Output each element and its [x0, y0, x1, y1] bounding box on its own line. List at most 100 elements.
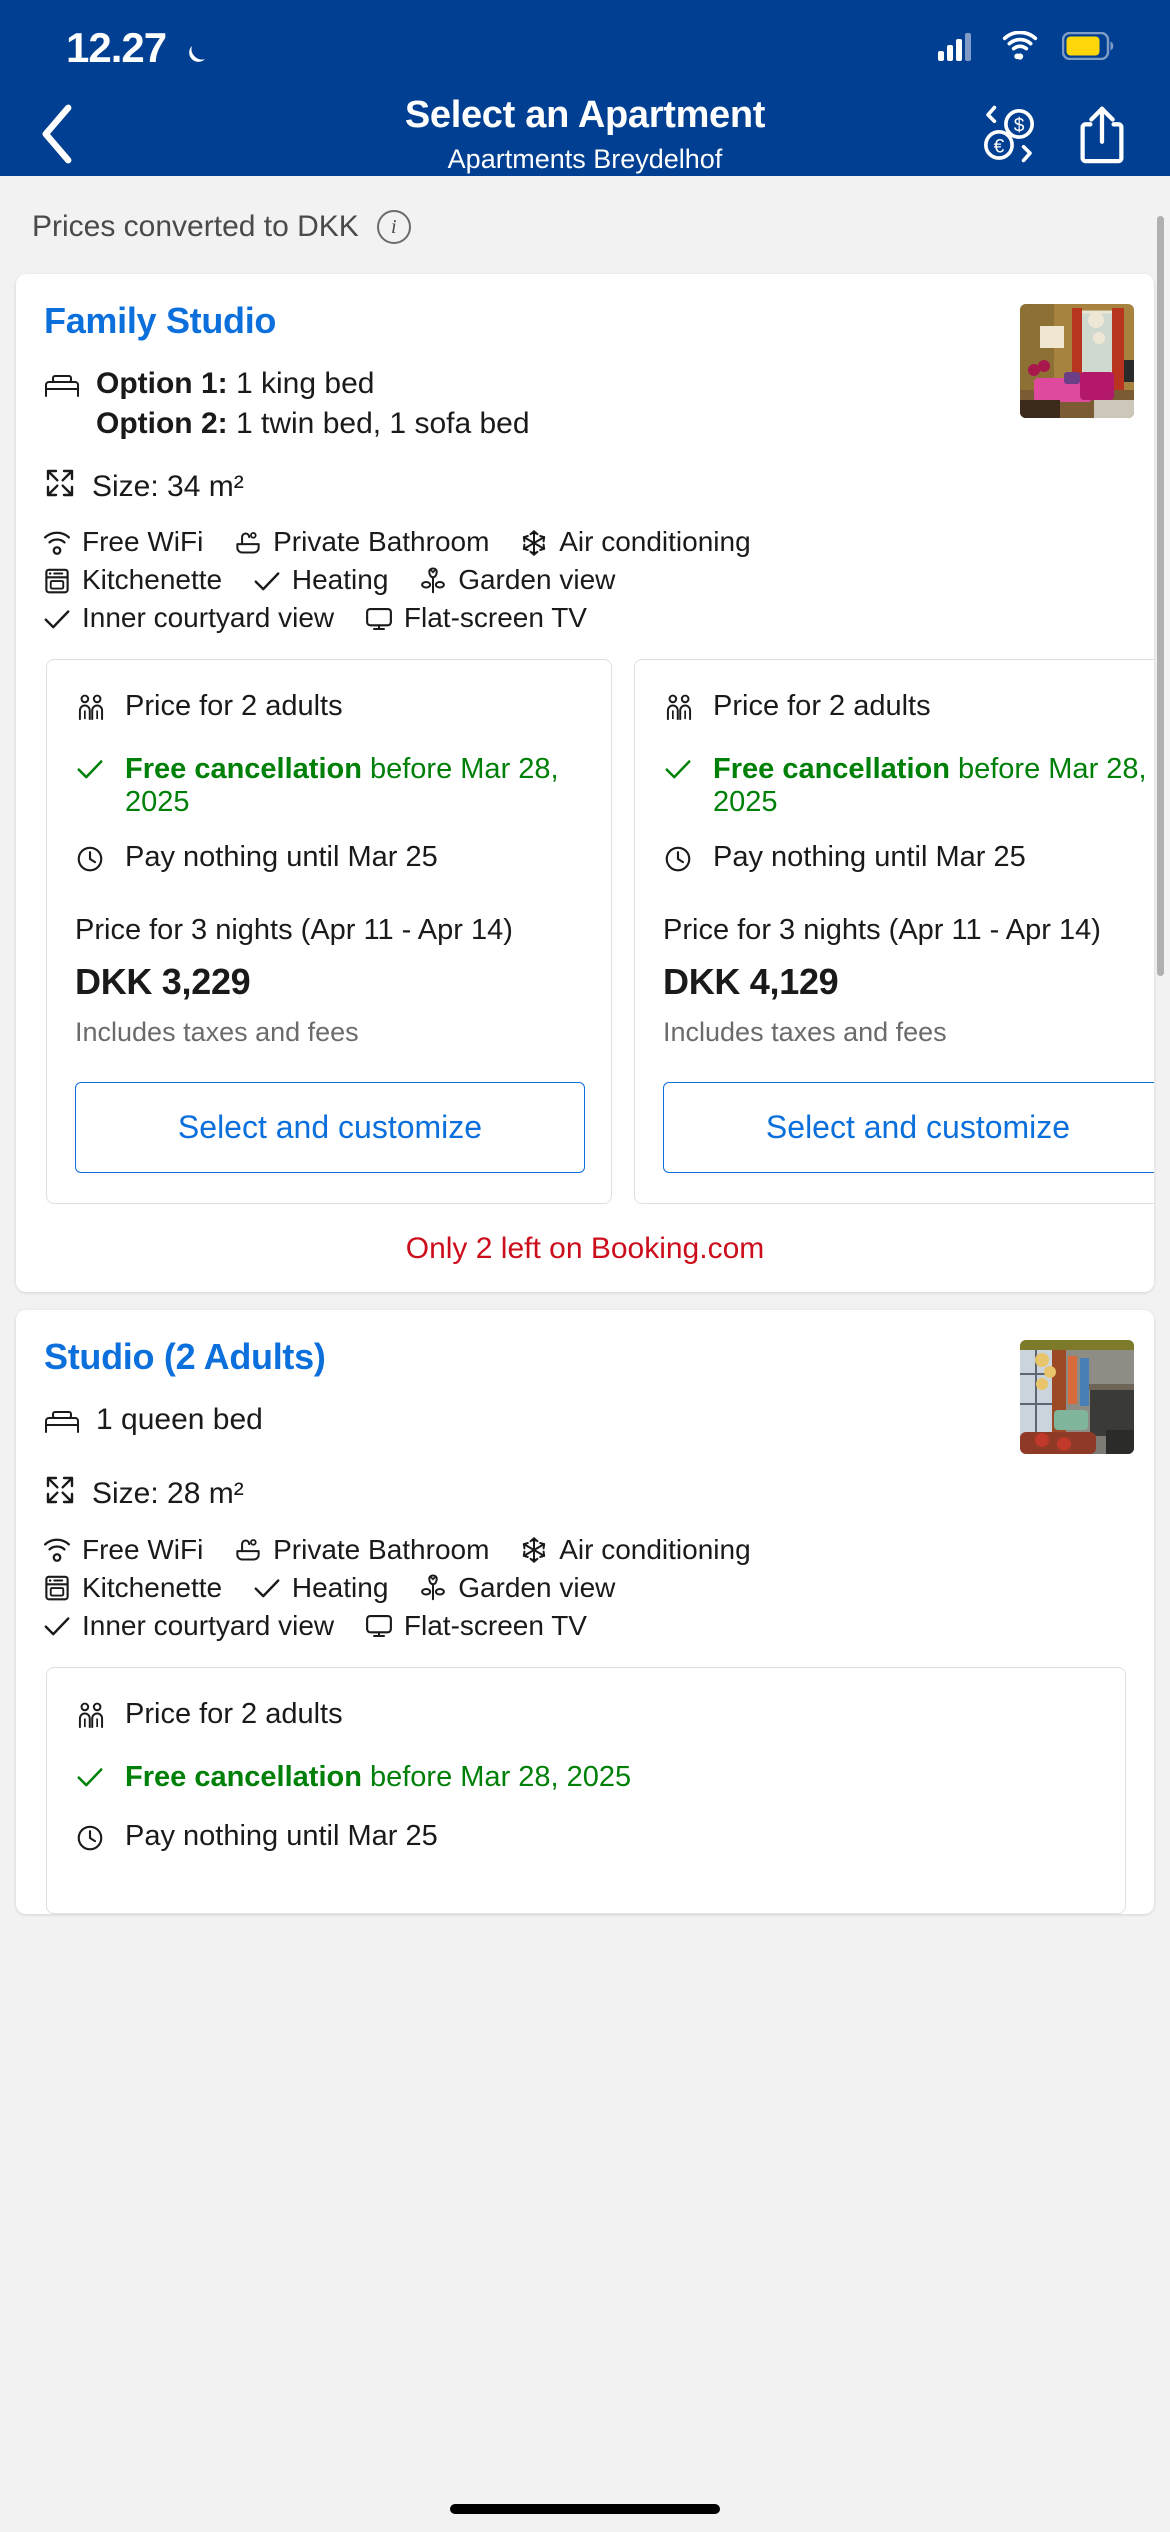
- amenity-item: Air conditioning: [519, 1532, 751, 1569]
- svg-text:$: $: [1014, 115, 1025, 136]
- cancellation-row: Free cancellation before Mar 28, 2025: [75, 1761, 1099, 1798]
- cancellation-strong: Free cancellation: [713, 753, 950, 786]
- info-icon[interactable]: i: [376, 210, 411, 244]
- room-size-row: Size: 28 m²: [16, 1474, 1154, 1514]
- cancellation-row: Free cancellation before Mar 28, 2025: [663, 753, 1154, 819]
- bed-option: 1 queen bed: [96, 1400, 263, 1440]
- cancellation-strong: Free cancellation: [125, 753, 362, 786]
- snowflake-icon: [519, 529, 549, 557]
- nights-label: Price for 3 nights (Apr 11 - Apr 14): [663, 914, 1101, 947]
- currency-exchange-icon[interactable]: $ €: [978, 103, 1040, 170]
- status-time: 12.27: [66, 24, 167, 71]
- amenity-label: Air conditioning: [559, 1533, 751, 1565]
- two-people-icon: [663, 690, 697, 731]
- taxes-note: Includes taxes and fees: [663, 1017, 947, 1048]
- room-title[interactable]: Family Studio: [44, 300, 1020, 342]
- check-icon: [252, 568, 282, 594]
- amenity-item: Private Bathroom: [233, 524, 489, 561]
- price-option: Price for 2 adults Free cancellation bef…: [46, 1666, 1126, 1914]
- clock-icon: [75, 841, 109, 882]
- pay-later-label: Pay nothing until Mar 25: [125, 841, 438, 874]
- check-icon: [252, 1575, 282, 1601]
- room-thumbnail[interactable]: [1020, 304, 1134, 418]
- nav-actions: $ €: [978, 103, 1130, 170]
- page-scrollbar[interactable]: [1157, 216, 1164, 976]
- currency-notice-text: Prices converted to DKK: [32, 210, 359, 243]
- room-size-text: Size: 34 m²: [92, 470, 244, 504]
- amenity-label: Inner courtyard view: [82, 602, 335, 634]
- cancellation-strong: Free cancellation: [125, 1760, 362, 1793]
- bathtub-icon: [233, 530, 263, 556]
- check-icon: [42, 1613, 72, 1639]
- svg-text:€: €: [994, 136, 1005, 157]
- amenity-label: Free WiFi: [82, 1533, 204, 1565]
- two-people-icon: [75, 690, 109, 731]
- availability-warning: Only 2 left on Booking.com: [405, 1232, 765, 1266]
- amenity-label: Private Bathroom: [273, 526, 490, 558]
- room-card-header: Studio (2 Adults) 1 queen bed: [16, 1336, 1154, 1455]
- back-button[interactable]: [22, 104, 92, 169]
- pay-later-label: Pay nothing until Mar 25: [713, 841, 1026, 874]
- taxes-note: Includes taxes and fees: [75, 1017, 359, 1048]
- amenity-item: Private Bathroom: [233, 1532, 489, 1569]
- room-card: Family Studio Option 1: 1 king bed Optio…: [16, 274, 1154, 1293]
- pay-later-row: Pay nothing until Mar 25: [663, 841, 1154, 882]
- amenity-label: Private Bathroom: [273, 1533, 490, 1565]
- cancellation-date: before Mar 28, 2025: [361, 1760, 632, 1793]
- home-indicator: [450, 2504, 720, 2514]
- room-card-header: Family Studio Option 1: 1 king bed Optio…: [16, 300, 1154, 447]
- bed-options-list: 1 queen bed: [96, 1400, 263, 1445]
- room-thumbnail[interactable]: [1020, 1340, 1134, 1455]
- wifi-icon: [42, 1537, 72, 1563]
- occupancy-label: Price for 2 adults: [713, 690, 931, 723]
- bed-option-value: 1 queen bed: [96, 1403, 263, 1437]
- amenity-label: Garden view: [458, 564, 616, 596]
- nights-label: Price for 3 nights (Apr 11 - Apr 14): [75, 914, 513, 947]
- status-bar: 12.27: [0, 0, 1170, 96]
- total-price: DKK 4,129: [663, 961, 839, 1003]
- share-icon[interactable]: [1074, 103, 1130, 170]
- room-title[interactable]: Studio (2 Adults): [44, 1336, 1020, 1378]
- price-options-carousel[interactable]: Price for 2 adults Free cancellation bef…: [16, 637, 1154, 1205]
- tv-icon: [364, 1612, 394, 1640]
- snowflake-icon: [519, 1536, 549, 1564]
- oven-icon: [42, 1573, 72, 1603]
- amenity-label: Free WiFi: [82, 526, 204, 558]
- amenity-item: Heating: [252, 1570, 389, 1607]
- check-icon: [75, 753, 109, 790]
- resize-icon: [44, 1474, 76, 1514]
- amenity-item: Garden view: [418, 1570, 615, 1607]
- check-icon: [663, 753, 697, 790]
- status-indicators: [938, 30, 1114, 66]
- crescent-moon-icon: [180, 33, 210, 63]
- amenity-item: Flat-screen TV: [364, 1608, 587, 1645]
- amenity-label: Kitchenette: [82, 1571, 223, 1603]
- wifi-icon: [42, 530, 72, 556]
- price-options-carousel[interactable]: Price for 2 adults Free cancellation bef…: [16, 1645, 1154, 1914]
- amenity-item: Free WiFi: [42, 1532, 203, 1569]
- amenity-label: Flat-screen TV: [403, 1609, 587, 1641]
- bed-option: Option 2: 1 twin bed, 1 sofa bed: [96, 404, 530, 444]
- amenity-label: Flat-screen TV: [403, 602, 587, 634]
- cancellation-row: Free cancellation before Mar 28, 2025: [75, 753, 585, 819]
- battery-icon: [1061, 31, 1114, 65]
- occupancy-row: Price for 2 adults: [75, 690, 585, 731]
- two-people-icon: [75, 1698, 109, 1739]
- currency-notice: Prices converted to DKK i: [0, 176, 1170, 274]
- amenity-item: Air conditioning: [519, 524, 751, 561]
- amenity-label: Heating: [291, 1571, 389, 1603]
- select-and-customize-button[interactable]: Select and customize: [75, 1082, 585, 1174]
- wifi-icon: [1000, 30, 1040, 66]
- occupancy-label: Price for 2 adults: [125, 690, 343, 723]
- amenities-list: Free WiFi Private Bathroom Air condition…: [16, 1514, 1154, 1644]
- amenity-item: Kitchenette: [42, 1570, 222, 1607]
- amenity-label: Heating: [291, 564, 389, 596]
- amenity-item: Free WiFi: [42, 524, 203, 561]
- flower-icon: [418, 1573, 448, 1603]
- occupancy-row: Price for 2 adults: [75, 1698, 1099, 1739]
- amenity-item: Inner courtyard view: [42, 600, 334, 637]
- amenity-label: Kitchenette: [82, 564, 223, 596]
- select-and-customize-button[interactable]: Select and customize: [663, 1082, 1154, 1174]
- pay-later-row: Pay nothing until Mar 25: [75, 841, 585, 882]
- clock-icon: [663, 841, 697, 882]
